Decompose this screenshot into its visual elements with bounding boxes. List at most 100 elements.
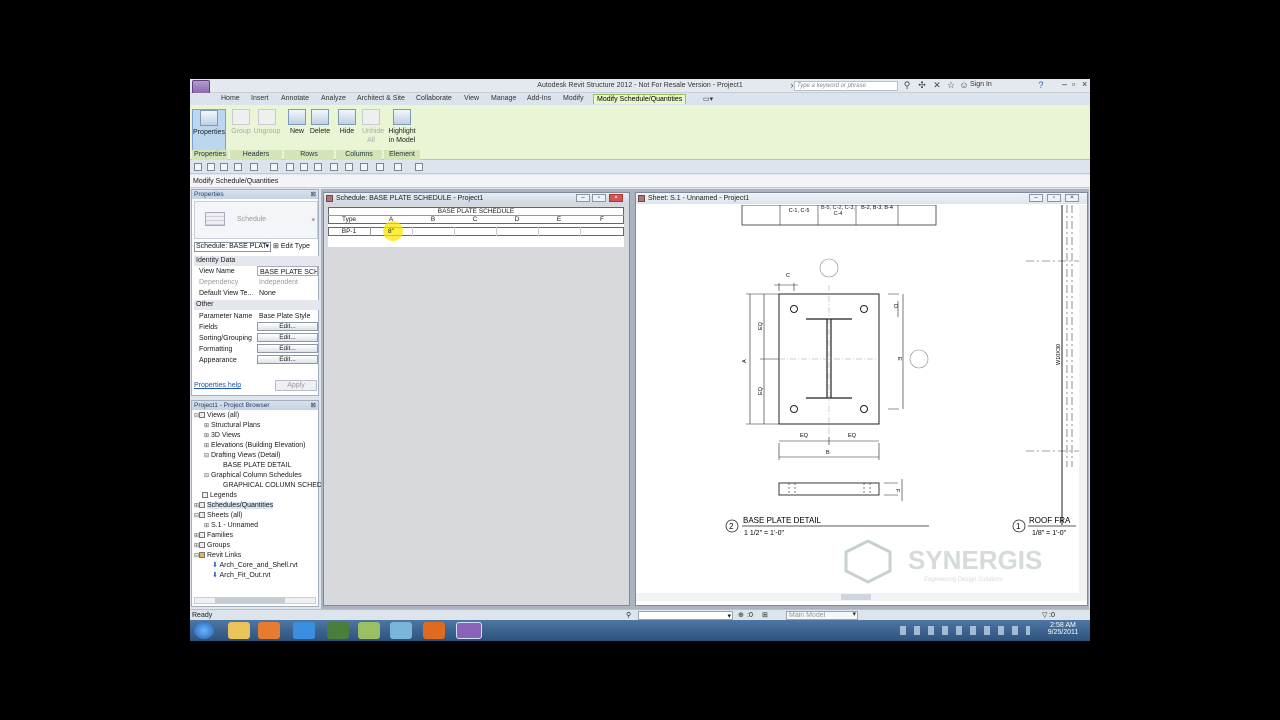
close-hidden-windows-icon[interactable]	[376, 163, 384, 171]
sync-icon[interactable]	[220, 163, 228, 171]
thin-lines-icon[interactable]	[360, 163, 368, 171]
tree-schedules-quantities[interactable]: ⊞ Schedules/Quantities	[194, 501, 274, 511]
view-template-value[interactable]: None	[257, 288, 318, 298]
explorer-icon[interactable]	[228, 622, 250, 639]
tab-insert[interactable]: Insert	[248, 94, 272, 103]
tab-architect-site[interactable]: Architect & Site	[354, 94, 408, 103]
minimize-icon[interactable]: –	[576, 194, 590, 202]
default-3d-view-icon[interactable]	[330, 163, 338, 171]
tree-structural-plans[interactable]: ⊞ Structural Plans	[204, 421, 260, 431]
measure-icon[interactable]	[270, 163, 278, 171]
cell-type[interactable]: BP-1	[328, 228, 370, 236]
scrollbar-thumb[interactable]	[215, 598, 285, 603]
tree-revit-links[interactable]: ⊟ Revit Links	[194, 551, 241, 561]
tree-elevations[interactable]: ⊞ Elevations (Building Elevation)	[204, 441, 306, 451]
clock[interactable]: 2:58 AM 9/25/2011	[1040, 622, 1086, 636]
highlight-in-model-button[interactable]: Highlight in Model	[386, 109, 418, 145]
text-icon[interactable]	[314, 163, 322, 171]
tab-add-ins[interactable]: Add-Ins	[524, 94, 554, 103]
close-icon[interactable]: ×	[1065, 194, 1079, 202]
edit-type-button[interactable]: ⊞ Edit Type	[273, 242, 318, 252]
app-icon[interactable]	[358, 622, 380, 639]
appearance-edit-button[interactable]: Edit...	[257, 355, 318, 364]
media-player-icon[interactable]	[258, 622, 280, 639]
tab-modify[interactable]: Modify	[560, 94, 587, 103]
new-row-button[interactable]: New	[286, 109, 308, 136]
tree-views-all[interactable]: ⊟ Views (all)	[194, 411, 239, 421]
design-option-dropdown[interactable]: Main Model ▾	[786, 611, 858, 620]
tab-analyze[interactable]: Analyze	[318, 94, 349, 103]
delete-row-button[interactable]: Delete	[308, 109, 332, 136]
type-selector-dropdown[interactable]: Schedule: BASE PLAT ▾	[194, 242, 271, 252]
ribbon-toggle-icon[interactable]: ▭▾	[700, 94, 716, 104]
tree-link-arch-fit[interactable]: ⬇ Arch_Fit_Out.rvt	[212, 571, 270, 581]
help-icon[interactable]: ?	[1036, 80, 1046, 90]
detail1-title[interactable]: ROOF FRA	[1029, 516, 1071, 525]
properties-help-link[interactable]: Properties help	[194, 382, 241, 389]
column-header-f[interactable]: F	[580, 216, 624, 224]
maximize-icon[interactable]: ▫	[1072, 79, 1075, 89]
sheet-drawing[interactable]: C-1, C-5 B-5, C-2, C-3, C-4 B-2, B-3, B-…	[636, 205, 1087, 605]
tab-annotate[interactable]: Annotate	[278, 94, 312, 103]
tree-sheet-s1[interactable]: ⊞ S.1 - Unnamed	[204, 521, 258, 531]
close-icon[interactable]: ⊠	[311, 401, 316, 410]
ungroup-button[interactable]: Ungroup	[252, 109, 282, 136]
tree-families[interactable]: ⊞ Families	[194, 531, 233, 541]
user-interface-icon[interactable]	[415, 163, 423, 171]
column-header-e[interactable]: E	[538, 216, 580, 224]
revit-taskbar-icon[interactable]	[456, 622, 482, 639]
tag-icon[interactable]	[300, 163, 308, 171]
tree-legends[interactable]: Legends	[202, 491, 237, 501]
sign-in-link[interactable]: Sign In	[970, 81, 992, 88]
section-icon[interactable]	[345, 163, 353, 171]
vertical-scrollbar[interactable]	[1079, 205, 1087, 593]
save-icon[interactable]	[207, 163, 215, 171]
view-name-field[interactable]: BASE PLATE SCHE	[257, 266, 318, 276]
parameter-name-value[interactable]: Base Plate Style	[257, 311, 318, 321]
sorting-edit-button[interactable]: Edit...	[257, 333, 318, 342]
firefox-icon[interactable]	[423, 622, 445, 639]
binoculars-icon[interactable]: ⚲	[902, 80, 912, 90]
redo-icon[interactable]	[250, 163, 258, 171]
open-icon[interactable]	[194, 163, 202, 171]
hide-column-button[interactable]: Hide	[336, 109, 358, 136]
scrollbar-thumb[interactable]	[841, 594, 871, 600]
app-icon[interactable]	[390, 622, 412, 639]
search-input[interactable]: Type a keyword or phrase	[794, 81, 898, 91]
tab-home[interactable]: Home	[218, 94, 243, 103]
workset-dropdown[interactable]: ▾	[638, 611, 733, 620]
close-icon[interactable]: ×	[1082, 79, 1087, 89]
internet-explorer-icon[interactable]	[293, 622, 315, 639]
column-header-b[interactable]: B	[412, 216, 454, 224]
subscription-icon[interactable]: ✣	[917, 80, 927, 90]
communication-icon[interactable]: ✕	[932, 80, 942, 90]
tree-graphical-column-schedule[interactable]: GRAPHICAL COLUMN SCHEDU	[223, 481, 327, 491]
favorites-star-icon[interactable]: ☆	[946, 80, 956, 90]
section-other[interactable]: Other	[194, 300, 319, 310]
fields-edit-button[interactable]: Edit...	[257, 322, 318, 331]
detail2-title[interactable]: BASE PLATE DETAIL	[743, 516, 822, 525]
schedule-window-titlebar[interactable]: Schedule: BASE PLATE SCHEDULE - Project1…	[324, 193, 629, 204]
column-header-type[interactable]: Type	[328, 216, 370, 224]
tab-view[interactable]: View	[461, 94, 482, 103]
minimize-icon[interactable]: –	[1062, 79, 1067, 89]
dimension-icon[interactable]	[286, 163, 294, 171]
minimize-icon[interactable]: –	[1029, 194, 1043, 202]
tree-link-arch-core[interactable]: ⬇ Arch_Core_and_Shell.rvt	[212, 561, 298, 571]
switch-windows-icon[interactable]	[394, 163, 402, 171]
tree-groups[interactable]: ⊞ Groups	[194, 541, 230, 551]
restore-icon[interactable]: ▫	[592, 194, 606, 202]
close-icon[interactable]: ⊠	[311, 190, 316, 199]
tree-3d-views[interactable]: ⊞ 3D Views	[204, 431, 240, 441]
unhide-all-button[interactable]: Unhide All	[358, 109, 384, 145]
sheet-window-titlebar[interactable]: Sheet: S.1 - Unnamed - Project1 – ▫ ×	[636, 193, 1087, 204]
column-header-c[interactable]: C	[454, 216, 496, 224]
tab-collaborate[interactable]: Collaborate	[413, 94, 455, 103]
column-header-d[interactable]: D	[496, 216, 538, 224]
tree-base-plate-detail[interactable]: BASE PLATE DETAIL	[223, 461, 291, 471]
undo-icon[interactable]	[234, 163, 242, 171]
horizontal-scrollbar[interactable]	[194, 597, 316, 604]
tab-manage[interactable]: Manage	[488, 94, 519, 103]
group-button[interactable]: Group	[229, 109, 253, 136]
tree-graphical-column-schedules[interactable]: ⊟ Graphical Column Schedules	[204, 471, 302, 481]
